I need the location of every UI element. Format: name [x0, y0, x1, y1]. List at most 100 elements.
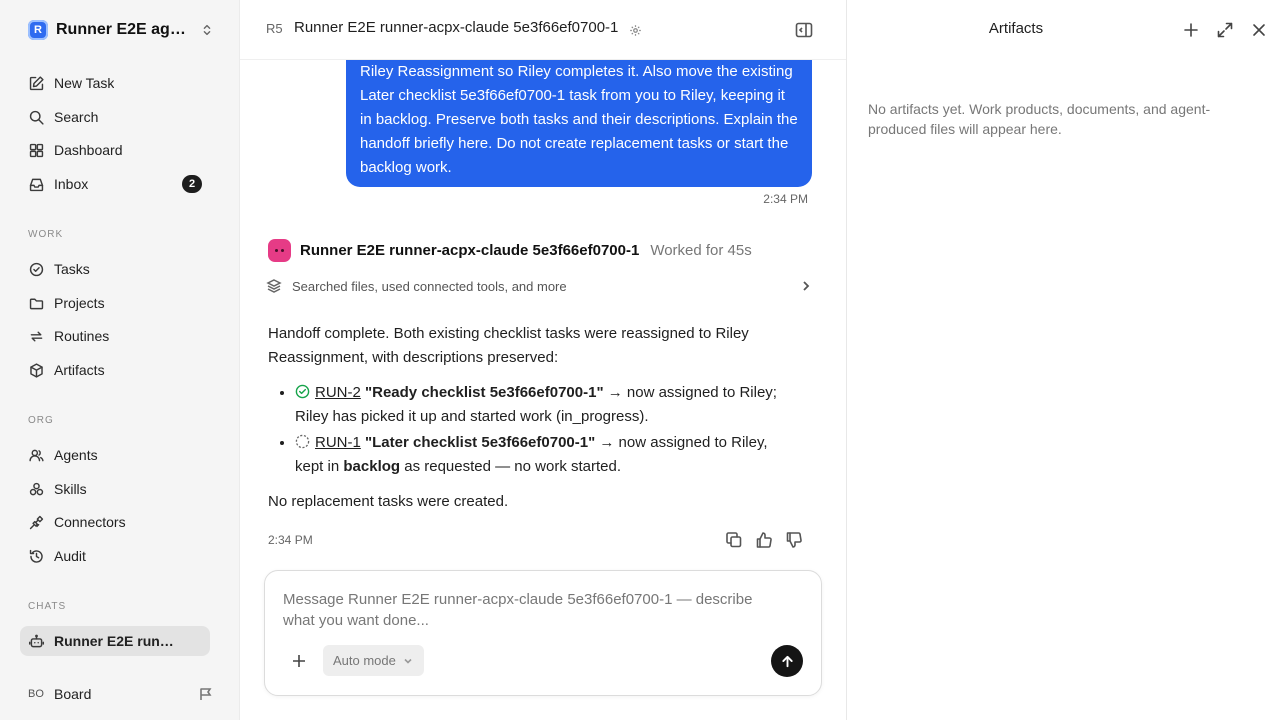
- section-label-work: WORK: [28, 229, 64, 240]
- folder-icon: [29, 298, 44, 309]
- sidebar-item-label: Connectors: [54, 514, 126, 530]
- send-button[interactable]: [771, 645, 803, 677]
- repeat-icon: [30, 331, 43, 341]
- check-circle-icon: [295, 384, 310, 399]
- list-item: RUN-2 "Ready checklist 5e3f66ef0700-1" →…: [295, 381, 798, 429]
- bot-icon: [28, 634, 45, 647]
- task-list: RUN-2 "Ready checklist 5e3f66ef0700-1" →…: [295, 381, 798, 479]
- chat-header: R5 Runner E2E runner-acpx-claude 5e3f66e…: [240, 0, 846, 60]
- agent-message-header: Runner E2E runner-acpx-claude 5e3f66ef07…: [268, 238, 752, 262]
- users-icon: [29, 449, 44, 461]
- artifacts-empty-state: No artifacts yet. Work products, documen…: [868, 101, 1211, 137]
- dashboard-icon: [29, 143, 44, 157]
- tool-activity-text: Searched files, used connected tools, an…: [292, 278, 567, 294]
- arrow-up-icon: [781, 655, 793, 667]
- mode-select[interactable]: Auto mode: [323, 645, 424, 676]
- agent-avatar: [268, 238, 291, 262]
- workspace-logo: R: [28, 20, 48, 40]
- chat-initials: R5: [266, 21, 283, 36]
- sidebar-item-connectors[interactable]: Connectors: [20, 507, 210, 537]
- agent-name: Runner E2E runner-acpx-claude 5e3f66ef07…: [300, 241, 640, 259]
- task-status-bold: backlog: [343, 458, 401, 475]
- workspace-switcher[interactable]: R Runner E2E agen...: [28, 18, 214, 42]
- copy-icon[interactable]: [725, 531, 743, 549]
- history-icon: [29, 549, 43, 563]
- inbox-icon: [29, 178, 44, 191]
- sidebar-item-label: Dashboard: [54, 142, 123, 158]
- workspace-name: Runner E2E agen...: [56, 21, 192, 38]
- layers-icon: [266, 279, 282, 293]
- chat-title: Runner E2E runner-acpx-claude 5e3f66ef07…: [294, 19, 619, 36]
- sidebar-item-search[interactable]: Search: [20, 102, 210, 132]
- chevron-up-down-icon: [203, 24, 211, 36]
- message-input[interactable]: [283, 589, 783, 635]
- sidebar-item-label: Inbox: [54, 176, 89, 192]
- sidebar-item-label: Tasks: [54, 261, 90, 277]
- user-message-time: 2:34 PM: [763, 192, 808, 206]
- sidebar-item-label: Routines: [54, 328, 110, 344]
- task-title: "Later checklist 5e3f66ef0700-1": [365, 434, 596, 451]
- chevron-down-icon: [404, 658, 412, 664]
- board-footer[interactable]: BO Board: [28, 682, 214, 706]
- sidebar-item-skills[interactable]: Skills: [20, 474, 210, 504]
- task-link-run-2[interactable]: RUN-2: [315, 384, 361, 401]
- mode-select-label: Auto mode: [333, 653, 396, 668]
- sidebar-item-artifacts[interactable]: Artifacts: [20, 355, 210, 385]
- sidebar-item-label: Audit: [54, 548, 86, 564]
- agent-worked-duration: Worked for 45s: [650, 241, 752, 259]
- section-label-chats: CHATS: [28, 601, 67, 612]
- section-label-org: ORG: [28, 415, 54, 426]
- expand-icon[interactable]: [1216, 21, 1234, 39]
- close-icon[interactable]: [1250, 21, 1268, 39]
- dashed-circle-icon: [295, 434, 310, 449]
- edit-icon: [29, 75, 44, 90]
- thumbs-up-icon[interactable]: [755, 531, 773, 549]
- gear-icon[interactable]: [629, 24, 642, 37]
- sidebar-item-routines[interactable]: Routines: [20, 321, 210, 351]
- sidebar-item-projects[interactable]: Projects: [20, 288, 210, 318]
- inbox-count-badge: 2: [182, 175, 202, 193]
- sidebar-item-label: Agents: [54, 447, 98, 463]
- tool-activity-summary[interactable]: Searched files, used connected tools, an…: [266, 276, 812, 296]
- task-title: "Ready checklist 5e3f66ef0700-1": [365, 384, 604, 401]
- task-link-run-1[interactable]: RUN-1: [315, 434, 361, 451]
- artifacts-panel: Artifacts No artifacts yet. Work product…: [846, 0, 1280, 720]
- cube-icon: [30, 362, 43, 378]
- sidebar-item-tasks[interactable]: Tasks: [20, 254, 210, 284]
- sidebar-chat-label: Runner E2E runn...: [54, 633, 174, 649]
- check-circle-icon: [29, 262, 44, 276]
- sidebar-item-label: Skills: [54, 481, 87, 497]
- sidebar-item-label: New Task: [54, 75, 115, 91]
- sidebar-item-audit[interactable]: Audit: [20, 541, 210, 571]
- task-status-text: as requested — no work started.: [400, 458, 622, 475]
- message-composer: Auto mode: [264, 570, 822, 696]
- sidebar-item-new-task[interactable]: New Task: [20, 68, 210, 98]
- sidebar-item-label: Projects: [54, 295, 105, 311]
- sidebar-chat-item[interactable]: Runner E2E runn...: [20, 626, 210, 656]
- flag-icon[interactable]: [198, 686, 214, 702]
- agent-intro: Handoff complete. Both existing checklis…: [268, 325, 749, 366]
- sidebar-item-dashboard[interactable]: Dashboard: [20, 135, 210, 165]
- search-icon: [29, 110, 44, 125]
- skills-icon: [29, 482, 44, 495]
- agent-message-time: 2:34 PM: [268, 533, 313, 547]
- chat-main: R5 Runner E2E runner-acpx-claude 5e3f66e…: [240, 0, 846, 720]
- agent-message-body: Handoff complete. Both existing checklis…: [268, 322, 798, 525]
- user-message-bubble: Riley Reassignment so Riley completes it…: [346, 40, 812, 187]
- board-avatar: BO: [28, 688, 44, 700]
- sidebar-item-inbox[interactable]: Inbox 2: [20, 169, 210, 199]
- board-label: Board: [54, 686, 92, 702]
- sidebar-item-agents[interactable]: Agents: [20, 440, 210, 470]
- agent-outro: No replacement tasks were created.: [268, 493, 509, 510]
- sidebar-item-label: Search: [54, 109, 99, 125]
- artifacts-title: Artifacts: [988, 20, 1044, 37]
- plus-icon[interactable]: [291, 653, 307, 669]
- sidebar-item-label: Artifacts: [54, 362, 105, 378]
- toggle-panel-icon[interactable]: [795, 22, 813, 38]
- sidebar: R Runner E2E agen... New Task Search Das…: [0, 0, 240, 720]
- thumbs-down-icon[interactable]: [785, 531, 803, 549]
- chevron-right-icon: [803, 281, 810, 291]
- list-item: RUN-1 "Later checklist 5e3f66ef0700-1" →…: [295, 431, 798, 479]
- plus-icon[interactable]: [1182, 21, 1200, 39]
- plug-icon: [29, 515, 44, 529]
